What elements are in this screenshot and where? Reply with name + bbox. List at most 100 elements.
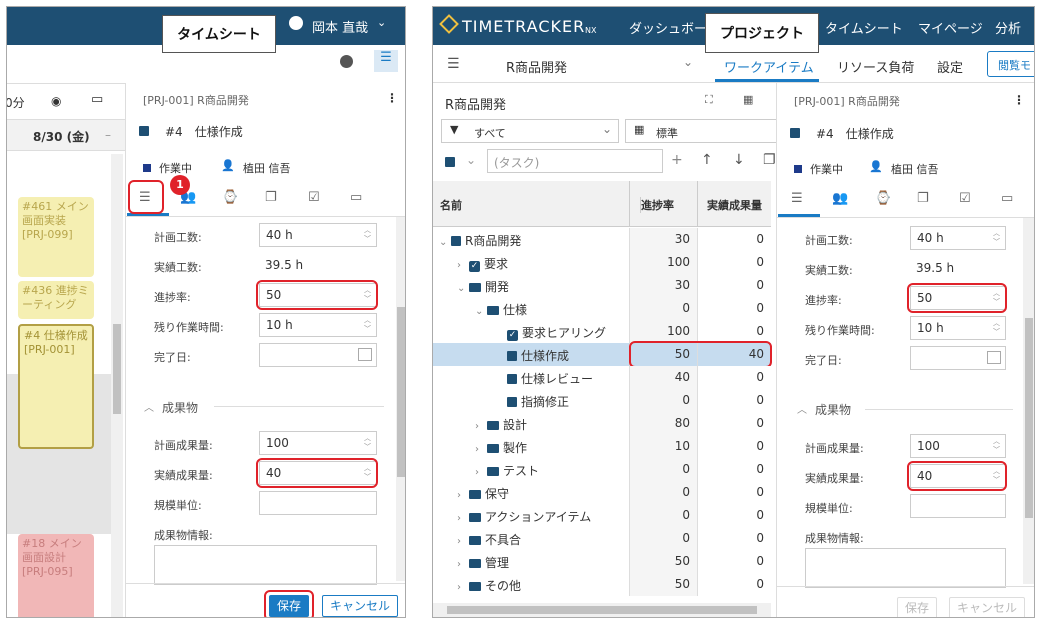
view-mode-button[interactable]: 閲覧モ — [987, 51, 1034, 77]
table-row[interactable]: ⌄ 仕様 0 0 — [433, 297, 771, 320]
planned-hours-label: 計画工数: — [805, 234, 853, 247]
table-row[interactable]: › 保守 0 0 — [433, 481, 771, 504]
checklist-tab-icon[interactable]: ☑ — [959, 191, 971, 206]
more-icon[interactable]: ⋮ — [386, 91, 398, 105]
tab-settings[interactable]: 設定 — [937, 57, 963, 76]
table-row[interactable]: 仕様レビュー 40 0 — [433, 366, 771, 389]
clock-user-tab-icon[interactable]: ⌚ — [222, 190, 238, 205]
planned-hours-input[interactable]: 40 h ︿ ﹀ — [259, 223, 377, 247]
nav-analysis[interactable]: 分析 — [995, 18, 1021, 37]
copy-tab-icon[interactable]: ❐ — [265, 190, 277, 205]
column-header-actual[interactable]: 実績成果量 — [707, 197, 762, 213]
annotation-highlight — [128, 180, 164, 214]
event-card[interactable]: #436 進捗ミーティング — [18, 281, 94, 319]
hamburger-icon[interactable]: ☰ — [447, 56, 460, 72]
remaining-input[interactable]: 10 h ︿ ﹀ — [259, 313, 377, 337]
add-icon[interactable]: + — [671, 152, 683, 168]
copy-icon[interactable]: ❐ — [763, 152, 776, 168]
more-icon[interactable]: ⋮ — [1013, 93, 1025, 107]
finish-date-input[interactable] — [259, 343, 377, 367]
annotation-highlight — [256, 458, 378, 488]
user-name[interactable]: 岡本 直哉 — [312, 17, 368, 36]
project-select[interactable]: R商品開発 — [506, 57, 567, 76]
chat-tab-icon[interactable]: ▭ — [350, 190, 362, 205]
copy-tab-icon[interactable]: ❐ — [917, 191, 929, 206]
table-row[interactable]: › その他 50 0 — [433, 573, 771, 596]
scrollbar[interactable] — [111, 154, 123, 617]
task-input[interactable]: (タスク) — [487, 149, 663, 173]
column-header-progress[interactable]: 進捗率 — [640, 197, 674, 213]
person-icon: 👤 — [869, 160, 883, 173]
remaining-input[interactable]: 10 h ︿ ﹀ — [910, 316, 1006, 340]
section-title: 成果物 — [162, 401, 199, 415]
table-row[interactable]: ✓ 要求ヒアリング 100 0 — [433, 320, 771, 343]
event-card[interactable]: #4 仕様作成 [PRJ-001] — [18, 324, 94, 449]
clock-user-tab-icon[interactable]: ⌚ — [875, 191, 891, 206]
nav-mypage[interactable]: マイページ — [918, 18, 983, 37]
view-select[interactable]: ▦ 標準 — [625, 119, 777, 143]
table-row[interactable]: › アクションアイテム 0 0 — [433, 504, 771, 527]
planned-output-input[interactable]: 100 ︿ ﹀ — [259, 431, 377, 455]
nav-timesheet[interactable]: タイムシート — [825, 18, 903, 37]
planned-hours-input[interactable]: 40 h ︿ ﹀ — [910, 226, 1006, 250]
grid-header: 名前 進捗率 実績成果量 — [433, 181, 771, 227]
eye-icon[interactable]: ◉ — [51, 94, 61, 108]
list-tab-icon[interactable]: ☰ — [791, 191, 803, 206]
calendar-icon[interactable] — [358, 348, 372, 361]
event-card[interactable]: #18 メイン画面設計 [PRJ-095] — [18, 534, 94, 617]
pie-chart-icon[interactable] — [340, 55, 353, 68]
planned-hours-label: 計画工数: — [154, 231, 202, 244]
chat-tab-icon[interactable]: ▭ — [1001, 191, 1013, 206]
comment-icon[interactable]: ▭ — [91, 92, 103, 107]
tab-resource-load[interactable]: リソース負荷 — [837, 57, 914, 76]
output-info-textarea[interactable] — [805, 548, 1006, 588]
unit-label: 規模単位: — [805, 502, 853, 515]
calendar-icon[interactable] — [987, 351, 1001, 364]
calendar-icon[interactable]: ▦ — [743, 93, 753, 106]
table-row[interactable]: › 設計 80 0 — [433, 412, 771, 435]
people-tab-icon[interactable]: 👥 — [832, 191, 848, 206]
unit-input[interactable] — [910, 494, 1006, 518]
tab-workitem[interactable]: ワークアイテム — [724, 57, 814, 76]
calendar-area: 0分 ◉ ▭ 8/30 (金) – #461 メイン画面実装 [PRJ-099]… — [6, 83, 125, 617]
section-toggle-icon[interactable]: ︿ — [144, 399, 154, 414]
section-toggle-icon[interactable]: ︿ — [797, 401, 807, 416]
table-row[interactable]: 指摘修正 0 0 — [433, 389, 771, 412]
down-arrow-icon[interactable]: ↓ — [733, 152, 745, 168]
chevron-down-icon[interactable]: ⌄ — [377, 16, 386, 29]
planned-output-input[interactable]: 100 ︿ ﹀ — [910, 434, 1006, 458]
chevron-down-icon[interactable]: ⌄ — [466, 153, 476, 167]
chevron-down-icon[interactable]: ⌄ — [683, 55, 693, 69]
planned-output-label: 計画成果量: — [805, 442, 864, 455]
table-row[interactable]: ⌄ 開発 30 0 — [433, 274, 771, 297]
column-header-name[interactable]: 名前 — [440, 197, 462, 213]
expand-icon[interactable]: ⛶ — [705, 93, 713, 107]
detail-scrollbar[interactable] — [1023, 218, 1034, 584]
output-info-label: 成果物情報: — [805, 532, 864, 545]
event-card[interactable]: #461 メイン画面実装 [PRJ-099] — [18, 197, 94, 277]
filter-select[interactable]: ▼ すべて ⌄ — [441, 119, 619, 143]
cancel-button[interactable]: キャンセル — [322, 595, 398, 617]
output-info-textarea[interactable] — [154, 545, 377, 585]
table-row[interactable]: › 製作 10 0 — [433, 435, 771, 458]
table-row[interactable]: › テスト 0 0 — [433, 458, 771, 481]
actual-output-label: 実績成果量: — [805, 472, 864, 485]
table-row[interactable]: ⌄ R商品開発 30 0 — [433, 228, 771, 251]
up-arrow-icon[interactable]: ↑ — [701, 152, 713, 168]
minutes-label: 0分 — [6, 96, 25, 110]
list-view-icon[interactable]: ☰ — [374, 50, 398, 72]
table-row[interactable]: › 不具合 0 0 — [433, 527, 771, 550]
unit-input[interactable] — [259, 491, 377, 515]
horizontal-scrollbar[interactable] — [433, 603, 771, 617]
table-row[interactable]: › ✓ 要求 100 0 — [433, 251, 771, 274]
detail-scrollbar[interactable] — [396, 217, 405, 581]
checklist-tab-icon[interactable]: ☑ — [308, 190, 320, 205]
task-bag-icon[interactable] — [445, 157, 455, 167]
cancel-button-disabled[interactable]: キャンセル — [949, 597, 1025, 617]
save-button-disabled[interactable]: 保存 — [897, 597, 937, 617]
finish-date-input[interactable] — [910, 346, 1006, 370]
output-info-label: 成果物情報: — [154, 529, 213, 542]
task-bag-icon — [139, 126, 149, 136]
actual-hours-value: 39.5 h — [916, 261, 955, 275]
table-row[interactable]: › 管理 50 0 — [433, 550, 771, 573]
